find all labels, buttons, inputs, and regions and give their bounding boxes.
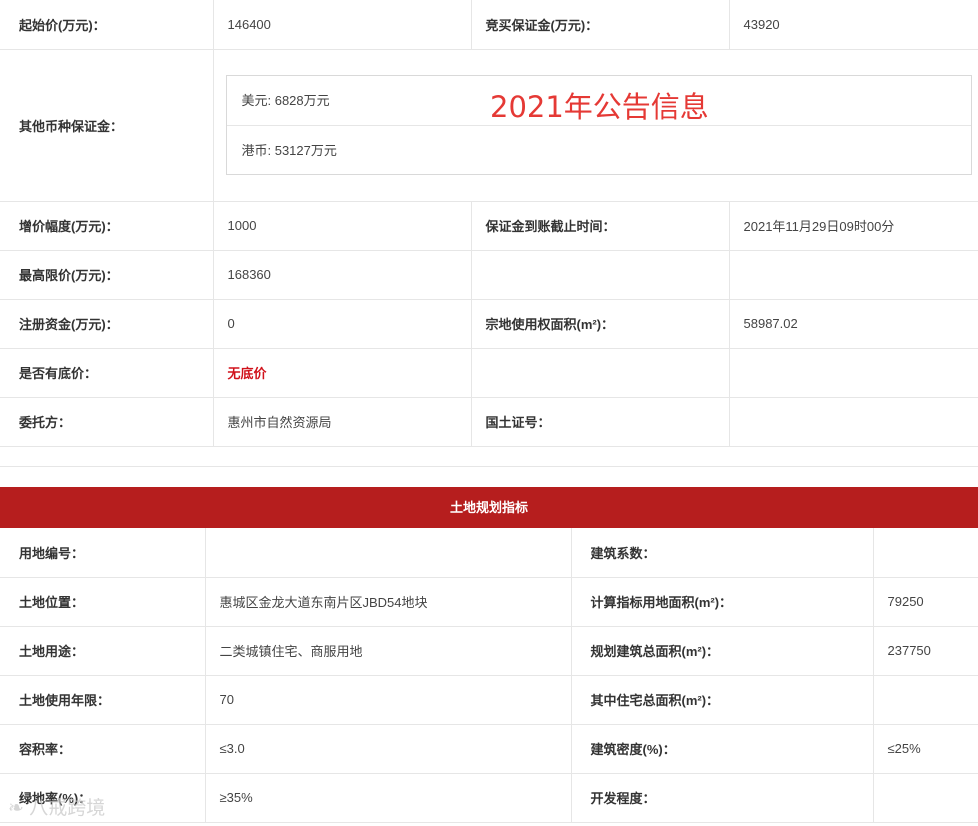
entrusting-party-label: 委托方： (0, 396, 214, 447)
table-row: 是否有底价： 无底价 (0, 347, 978, 398)
starting-price-value: 146400 (212, 0, 472, 50)
land-use-value: 二类城镇住宅、商服用地 (204, 625, 572, 676)
table-row: 增价幅度(万元)： 1000 保证金到账截止时间： 2021年11月29日09时… (0, 200, 978, 251)
plot-number-value (204, 528, 572, 578)
hkd-deposit: 港币: 53127万元 (226, 125, 971, 174)
plot-ratio-value: ≤3.0 (204, 723, 572, 774)
land-location-label: 土地位置： (0, 576, 206, 627)
development-level-label: 开发程度： (570, 772, 874, 823)
calc-area-label: 计算指标用地面积(m²)： (570, 576, 874, 627)
planning-section-header: 土地规划指标 (0, 487, 978, 528)
increment-label: 增价幅度(万元)： (0, 200, 214, 251)
planning-table: 用地编号： 建筑系数： 土地位置： 惠城区金龙大道东南片区JBD54地块 计算指… (0, 528, 978, 823)
calc-area-value: 79250 (872, 576, 978, 627)
land-use-label: 土地用途： (0, 625, 206, 676)
empty-label (470, 347, 730, 398)
corner-logo-watermark: ❧ 八戒跨境 (8, 793, 105, 820)
empty-value (728, 249, 978, 300)
auction-info-table: 起始价(万元)： 146400 竞买保证金(万元)： 43920 其他币种保证金… (0, 0, 978, 447)
development-level-value (872, 772, 978, 823)
increment-value: 1000 (212, 200, 472, 251)
deposit-deadline-value: 2021年11月29日09时00分 (728, 200, 978, 251)
building-density-value: ≤25% (872, 723, 978, 774)
green-ratio-value: ≥35% (204, 772, 572, 823)
land-cert-value (728, 396, 978, 447)
registered-capital-value: 0 (212, 298, 472, 349)
table-row: 土地位置： 惠城区金龙大道东南片区JBD54地块 计算指标用地面积(m²)： 7… (0, 576, 978, 627)
table-row: 土地使用年限： 70 其中住宅总面积(m²)： (0, 674, 978, 725)
divider (0, 466, 978, 467)
logo-text: 八戒跨境 (29, 798, 106, 819)
table-row: 委托方： 惠州市自然资源局 国土证号： (0, 396, 978, 447)
land-term-value: 70 (204, 674, 572, 725)
max-price-label: 最高限价(万元)： (0, 249, 214, 300)
table-row: 注册资金(万元)： 0 宗地使用权面积(m²)： 58987.02 (0, 298, 978, 349)
empty-value (728, 347, 978, 398)
land-location-value: 惠城区金龙大道东南片区JBD54地块 (204, 576, 572, 627)
starting-price-label: 起始价(万元)： (0, 0, 214, 50)
land-area-value: 58987.02 (728, 298, 978, 349)
other-currency-label: 其他币种保证金： (0, 48, 214, 202)
table-row: 用地编号： 建筑系数： (0, 528, 978, 578)
entrusting-party-value: 惠州市自然资源局 (212, 396, 472, 447)
registered-capital-label: 注册资金(万元)： (0, 298, 214, 349)
deposit-label: 竞买保证金(万元)： (470, 0, 730, 50)
deposit-deadline-label: 保证金到账截止时间： (470, 200, 730, 251)
logo-icon: ❧ (8, 798, 24, 819)
residential-area-value (872, 674, 978, 725)
building-density-label: 建筑密度(%)： (570, 723, 874, 774)
land-term-label: 土地使用年限： (0, 674, 206, 725)
total-floor-area-value: 237750 (872, 625, 978, 676)
building-coefficient-label: 建筑系数： (570, 528, 874, 578)
total-floor-area-label: 规划建筑总面积(m²)： (570, 625, 874, 676)
land-area-label: 宗地使用权面积(m²)： (470, 298, 730, 349)
empty-label (470, 249, 730, 300)
table-row: 最高限价(万元)： 168360 (0, 249, 978, 300)
plot-ratio-label: 容积率： (0, 723, 206, 774)
land-cert-label: 国土证号： (470, 396, 730, 447)
reserve-price-value: 无底价 (212, 347, 472, 398)
max-price-value: 168360 (212, 249, 472, 300)
residential-area-label: 其中住宅总面积(m²)： (570, 674, 874, 725)
table-row: 绿地率(%)： ≥35% 开发程度： (0, 772, 978, 823)
deposit-value: 43920 (728, 0, 978, 50)
plot-number-label: 用地编号： (0, 528, 206, 578)
announcement-overlay-text: 2021年公告信息 (490, 90, 709, 124)
building-coefficient-value (872, 528, 978, 578)
reserve-price-label: 是否有底价： (0, 347, 214, 398)
table-row: 容积率： ≤3.0 建筑密度(%)： ≤25% (0, 723, 978, 774)
table-row: 土地用途： 二类城镇住宅、商服用地 规划建筑总面积(m²)： 237750 (0, 625, 978, 676)
table-row: 起始价(万元)： 146400 竞买保证金(万元)： 43920 (0, 0, 978, 50)
table-row: 其他币种保证金： 美元: 6828万元 港币: 53127万元 (0, 48, 978, 202)
